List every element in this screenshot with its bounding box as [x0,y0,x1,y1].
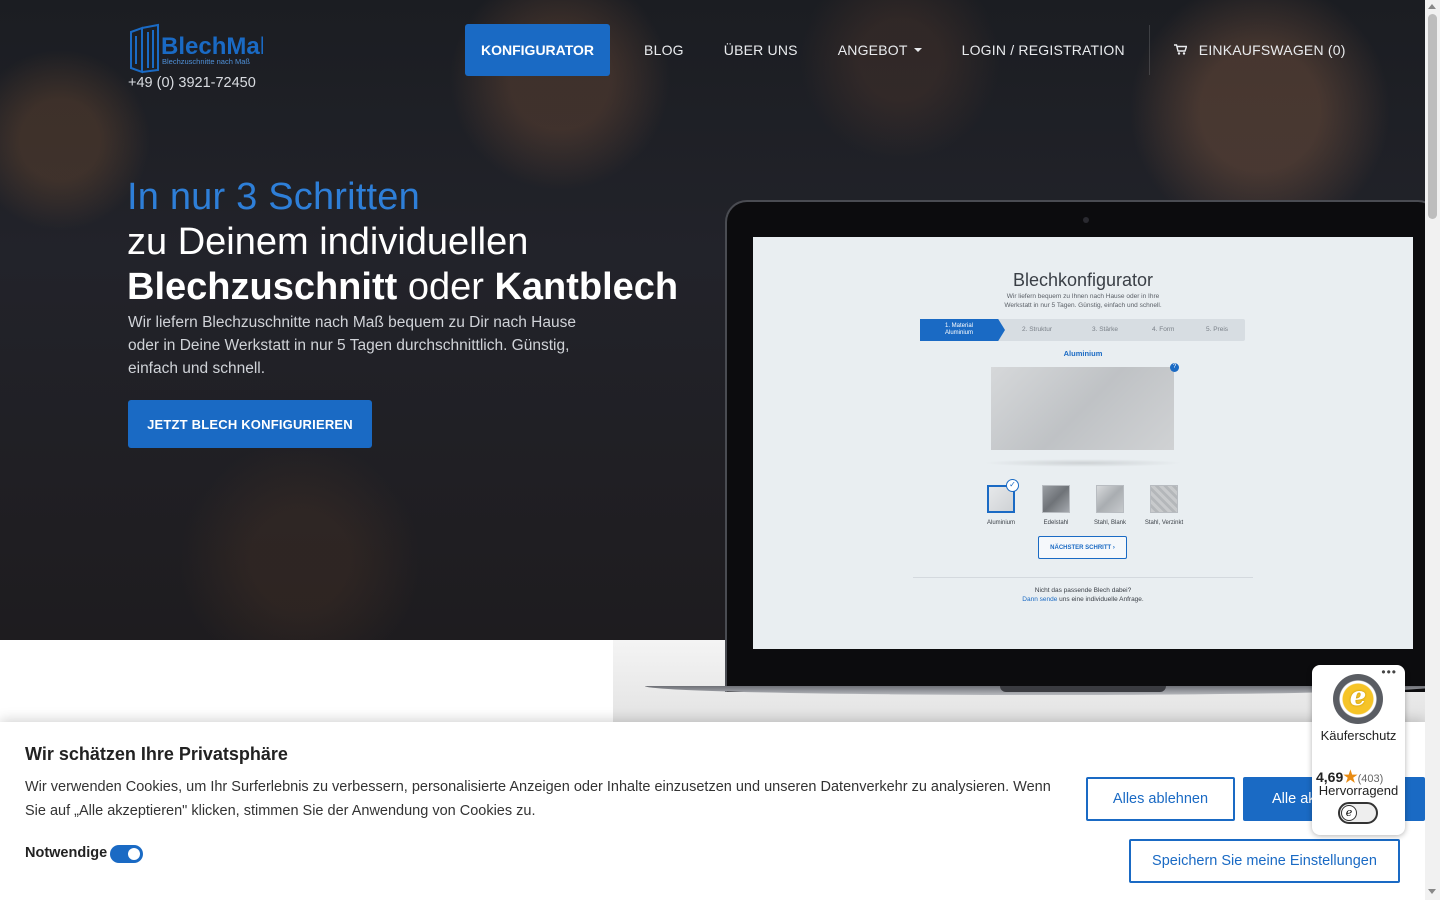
hero-heading-line2: zu Deinem individuellen [127,221,529,263]
scroll-down-arrow-icon[interactable] [1428,889,1436,894]
custom-request-line: Dann sende uns eine individuelle Anfrage… [753,595,1413,604]
page-scrollbar[interactable] [1425,0,1440,900]
nav-configurator-button[interactable]: KONFIGURATOR [465,24,611,76]
nav-item-offer-label: ANGEBOT [837,42,908,58]
nav-divider [1148,25,1150,75]
sheet-shadow [983,459,1183,467]
check-icon: ✓ [1006,479,1019,492]
trusted-shops-badge[interactable]: ••• e Käuferschutz 4,69★(403) Hervorrage… [1312,665,1405,835]
configure-sheet-button[interactable]: JETZT BLECH KONFIGURIEREN [128,400,372,448]
shopping-cart-icon [1173,43,1188,58]
buyer-protection-label: Käuferschutz [1320,728,1397,743]
reject-all-button[interactable]: Alles ablehnen [1086,777,1235,821]
material-thumb-stahl-blank [1096,485,1124,513]
step-price: 5. Preis [1206,326,1229,333]
help-icon: ? [1170,363,1179,372]
material-thumb-edelstahl [1042,485,1070,513]
hero-heading-line3: Blechzuschnitt oder Kantblech [127,266,678,309]
site-logo[interactable]: BlechMal Blechzuschnitte nach Maß [128,22,266,76]
hero-heading-line1: In nur 3 Schritten [127,176,420,218]
laptop-screen: Blechkonfigurator Wir liefern bequem zu … [753,237,1413,649]
logo-wordmark: BlechMal [161,33,263,60]
material-thumb-stahl-verzinkt [1150,485,1178,513]
scrollbar-thumb[interactable] [1428,14,1437,219]
cookie-title: Wir schätzen Ihre Privatsphäre [25,744,288,764]
hero-connector: oder [407,266,484,308]
material-label-stahl-verzinkt: Stahl, Verzinkt [1144,520,1184,526]
trustbadge-e-icon: e [1341,805,1357,821]
nav-item-about[interactable]: ÜBER UNS [704,24,818,76]
step-shape: 4. Form [1152,326,1175,333]
necessary-cookies-label: Notwendige [25,845,108,861]
step-material-value: Aluminium [945,330,974,336]
laptop-hinge [1000,686,1166,692]
phone-number[interactable]: +49 (0) 3921-72450 [128,75,256,91]
nav-item-cart[interactable]: EINKAUFSWAGEN (0) [1154,24,1366,76]
screen-divider [913,577,1253,578]
step-thickness: 3. Stärke [1092,326,1119,333]
laptop-mockup: Blechkonfigurator Wir liefern bequem zu … [725,200,1440,692]
configurator-subtitle: Wir liefern bequem zu Ihnen nach Hause o… [1004,293,1162,309]
trustbadge-toggle[interactable]: e [1338,802,1378,824]
cookie-text: Wir verwenden Cookies, um Ihr Surferlebn… [25,779,1051,819]
custom-request-question: Nicht das passende Blech dabei? [1034,587,1132,594]
toggle-knob [128,848,140,860]
nav-item-login[interactable]: LOGIN / REGISTRATION [942,24,1145,76]
next-step-button: NÄCHSTER SCHRITT › [1038,536,1127,559]
trusted-shops-seal-icon: e [1333,674,1383,724]
step-progress: 1. Material Aluminium 2. Struktur 3. Stä… [920,319,1245,341]
save-settings-button[interactable]: Speichern Sie meine Einstellungen [1129,839,1400,883]
nav-item-blog[interactable]: BLOG [624,24,704,76]
scroll-up-arrow-icon[interactable] [1428,4,1436,9]
caret-down-icon [913,48,922,52]
hero-subtitle: Wir liefern Blechzuschnitte nach Maß beq… [128,314,576,377]
selected-material-label: Aluminium [1063,349,1103,358]
custom-request-text: Nicht das passende Blech dabei? Dann sen… [753,586,1413,604]
configurator-title: Blechkonfigurator [1012,270,1154,290]
nav-item-offer[interactable]: ANGEBOT [818,24,942,76]
main-nav: KONFIGURATOR BLOG ÜBER UNS ANGEBOT LOGIN… [465,24,1366,76]
cart-label: EINKAUFSWAGEN (0) [1198,42,1346,58]
custom-request-link: Dann sende [1022,596,1058,603]
seal-letter: e [1349,682,1367,712]
more-options-icon[interactable]: ••• [1381,665,1397,679]
laptop-camera [1083,217,1089,223]
logo-tagline: Blechzuschnitte nach Maß [162,57,250,66]
cookie-banner: Wir schätzen Ihre Privatsphäre Wir verwe… [0,722,1425,900]
necessary-cookies-toggle[interactable] [110,845,143,863]
step-material: 1. Material Aluminium [920,319,1005,341]
custom-request-rest: uns eine individuelle Anfrage. [1059,596,1144,603]
step-material-label: 1. Material [945,323,974,329]
rating-verdict: Hervorragend [1318,783,1399,798]
hero-keyword-kantblech: Kantblech [494,266,679,308]
step-structure: 2. Struktur [1022,326,1052,333]
sheet-preview [991,367,1174,450]
hero-keyword-blechzuschnitt: Blechzuschnitt [127,266,398,308]
